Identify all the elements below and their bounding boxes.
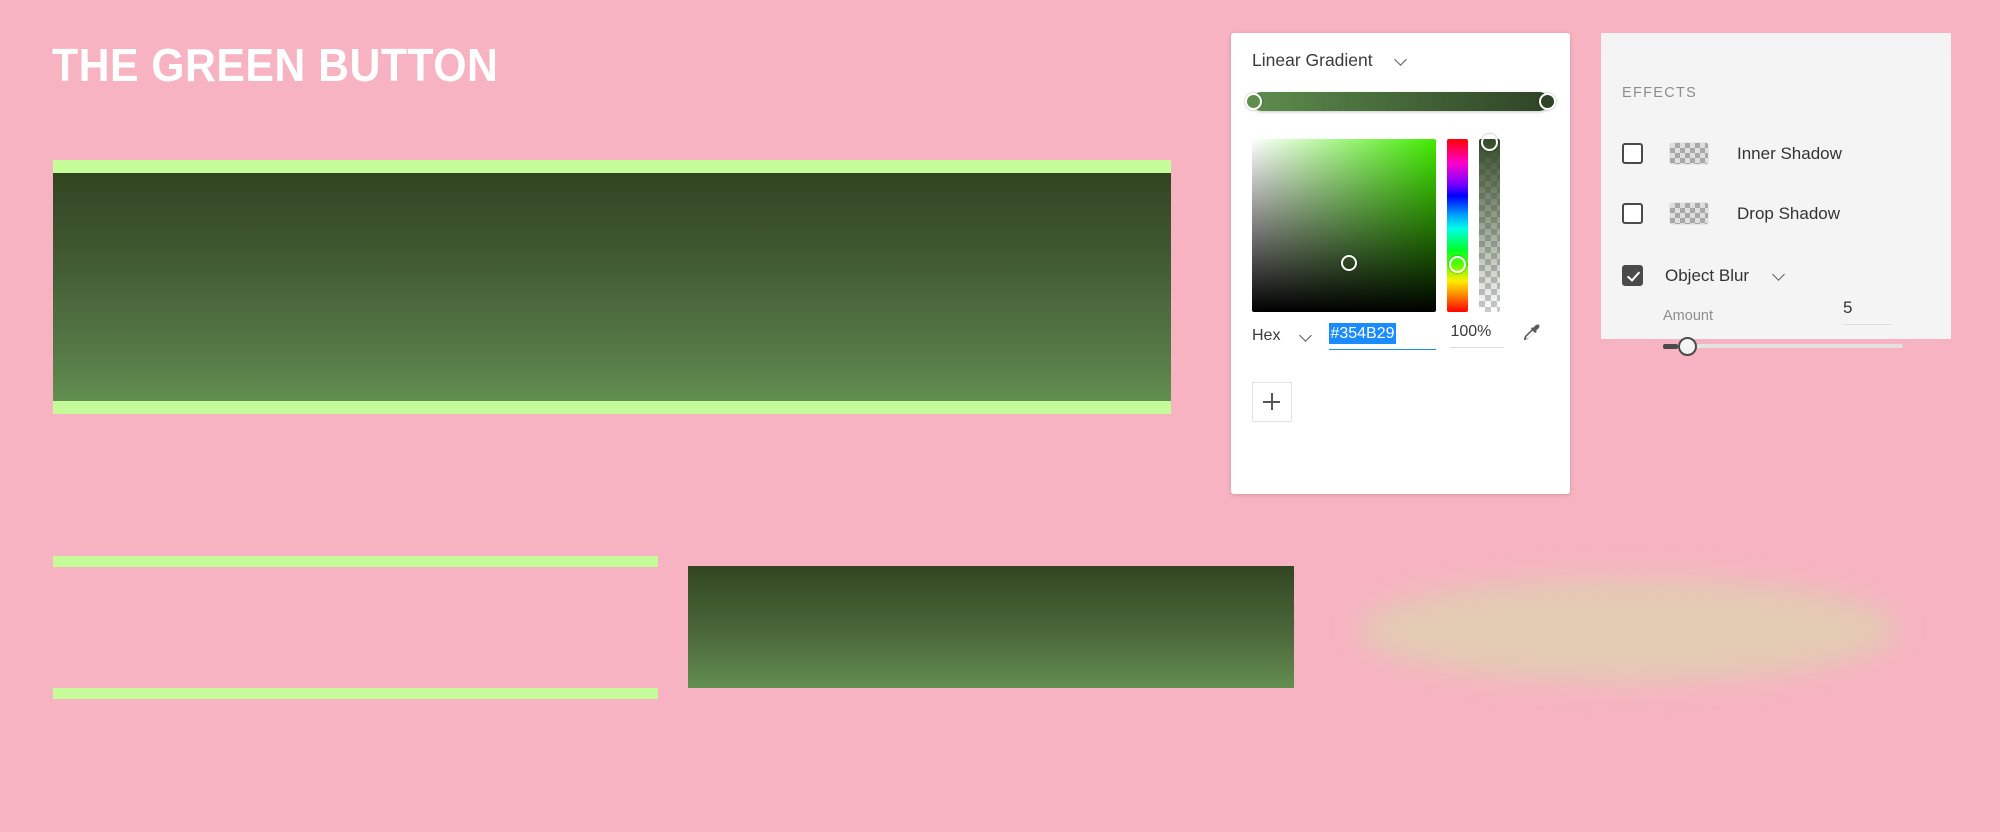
object-blur-label: Object Blur (1665, 265, 1750, 285)
gradient-stop-end-handle[interactable] (1539, 93, 1556, 110)
page-title: THE GREEN BUTTON (52, 39, 499, 91)
inner-shadow-label: Inner Shadow (1737, 143, 1842, 163)
effect-row-drop-shadow[interactable]: Drop Shadow (1622, 203, 1840, 224)
secondary-green-rectangle[interactable] (688, 566, 1294, 688)
hero-button-bottom-bar (53, 401, 1171, 414)
outlined-button-bottom-bar (53, 688, 658, 699)
saturation-value-cursor[interactable] (1341, 255, 1357, 271)
opacity-input-value: 100% (1450, 323, 1492, 340)
outlined-button[interactable] (53, 556, 658, 699)
blur-amount-control: Amount (1663, 308, 1938, 356)
color-mode-label: Hex (1252, 327, 1281, 344)
add-gradient-stop-button[interactable] (1252, 382, 1292, 422)
object-blur-checkbox[interactable] (1622, 265, 1643, 286)
hex-input-value[interactable]: #354B29 (1329, 323, 1396, 345)
color-picker-panel[interactable]: Linear Gradient Hex #354B29 100% (1231, 33, 1570, 494)
alpha-slider-cursor[interactable] (1481, 133, 1498, 151)
drop-shadow-label: Drop Shadow (1737, 203, 1841, 223)
inner-shadow-checkbox[interactable] (1622, 143, 1643, 164)
hero-green-button[interactable] (53, 160, 1171, 414)
hex-input-row: Hex #354B29 100% (1252, 323, 1549, 367)
gradient-ramp-slider[interactable] (1245, 92, 1556, 111)
blur-amount-slider-thumb[interactable] (1678, 336, 1697, 356)
blurred-ellipse-shape[interactable] (1358, 578, 1898, 682)
outlined-button-top-bar (53, 556, 658, 567)
blur-amount-value: 5 (1843, 298, 1853, 317)
eyedropper-icon[interactable] (1520, 321, 1546, 347)
blur-amount-label: Amount (1663, 308, 1713, 324)
blur-amount-slider-fill (1663, 343, 1678, 349)
effects-panel[interactable]: EFFECTS Inner Shadow Drop Shadow Object … (1601, 33, 1951, 356)
alpha-slider-strip[interactable] (1479, 133, 1500, 312)
hero-button-top-bar (53, 160, 1171, 173)
blur-amount-slider[interactable] (1663, 336, 1938, 356)
gradient-type-label: Linear Gradient (1252, 50, 1373, 70)
effect-row-inner-shadow[interactable]: Inner Shadow (1622, 143, 1842, 164)
hero-button-gradient-fill (53, 173, 1171, 401)
drop-shadow-color-swatch[interactable] (1670, 203, 1708, 224)
chevron-down-icon (1300, 330, 1313, 343)
gradient-type-dropdown[interactable]: Linear Gradient (1252, 50, 1408, 71)
inner-shadow-color-swatch[interactable] (1670, 143, 1708, 164)
color-mode-dropdown[interactable]: Hex (1252, 327, 1313, 345)
saturation-value-square[interactable] (1252, 139, 1436, 312)
opacity-input-field[interactable]: 100% (1450, 323, 1505, 348)
hex-input-field[interactable]: #354B29 (1329, 323, 1437, 351)
chevron-down-icon[interactable] (1773, 269, 1786, 282)
effects-panel-title: EFFECTS (1622, 85, 1698, 101)
gradient-stop-start-handle[interactable] (1245, 93, 1262, 110)
blur-amount-slider-track[interactable] (1663, 344, 1903, 348)
hue-slider-strip[interactable] (1447, 139, 1468, 312)
drop-shadow-checkbox[interactable] (1622, 203, 1643, 224)
chevron-down-icon (1395, 54, 1408, 67)
blur-amount-input-field[interactable]: 5 (1843, 298, 1891, 325)
hue-slider-cursor[interactable] (1449, 255, 1466, 273)
effect-row-object-blur[interactable]: Object Blur (1622, 265, 1786, 286)
